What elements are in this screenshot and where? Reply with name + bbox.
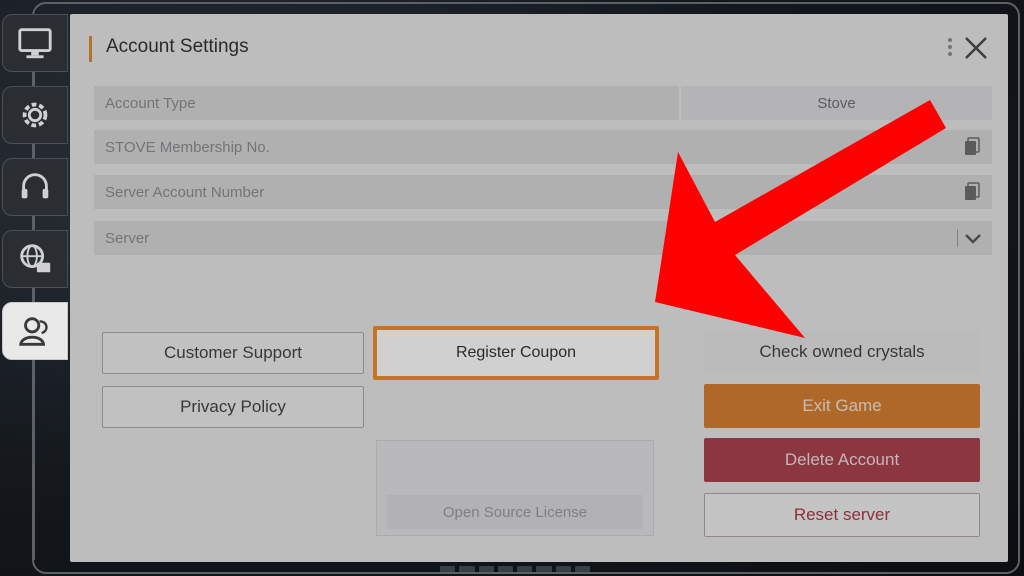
field-server-account-number: Server Account Number xyxy=(94,175,992,209)
register-coupon-button[interactable]: Register Coupon xyxy=(373,326,659,380)
sidebar-tab-account[interactable] xyxy=(2,302,68,360)
field-label: Account Type xyxy=(94,86,679,120)
customer-support-button[interactable]: Customer Support xyxy=(102,332,364,374)
copy-icon[interactable] xyxy=(964,182,980,202)
more-vertical-icon[interactable] xyxy=(946,36,954,58)
dropdown-separator xyxy=(957,229,958,247)
close-icon[interactable] xyxy=(962,34,990,62)
sidebar-tab-settings[interactable] xyxy=(2,86,68,144)
headset-icon xyxy=(21,173,49,199)
account-settings-dialog: Account Settings Account Type Stove STOV… xyxy=(70,14,1008,562)
title-accent xyxy=(89,36,92,62)
exit-game-button[interactable]: Exit Game xyxy=(704,384,980,428)
field-account-type: Account Type Stove xyxy=(94,86,992,120)
sidebar-tab-display[interactable] xyxy=(2,14,68,72)
open-source-license-button[interactable]: Open Source License xyxy=(387,495,643,529)
user-icon xyxy=(19,317,48,346)
bottom-indicator xyxy=(440,566,590,572)
field-label: Server xyxy=(94,221,992,255)
field-label: STOVE Membership No. xyxy=(94,130,992,164)
check-crystals-button[interactable]: Check owned crystals xyxy=(704,330,980,374)
delete-account-button[interactable]: Delete Account xyxy=(704,438,980,482)
field-server[interactable]: Server xyxy=(94,221,992,255)
field-value: Stove xyxy=(681,86,992,120)
privacy-policy-button[interactable]: Privacy Policy xyxy=(102,386,364,428)
reset-server-button[interactable]: Reset server xyxy=(704,493,980,537)
monitor-icon xyxy=(18,28,52,59)
license-panel: Open Source License xyxy=(376,440,654,536)
field-label: Server Account Number xyxy=(94,175,992,209)
globe-chat-icon xyxy=(20,244,51,273)
chevron-down-icon[interactable] xyxy=(962,229,984,247)
sidebar-tab-language[interactable] xyxy=(2,230,68,288)
dialog-title: Account Settings xyxy=(106,36,249,57)
copy-icon[interactable] xyxy=(964,137,980,157)
sidebar-tab-audio[interactable] xyxy=(2,158,68,216)
field-membership-no: STOVE Membership No. xyxy=(94,130,992,164)
gear-icon xyxy=(22,102,48,128)
